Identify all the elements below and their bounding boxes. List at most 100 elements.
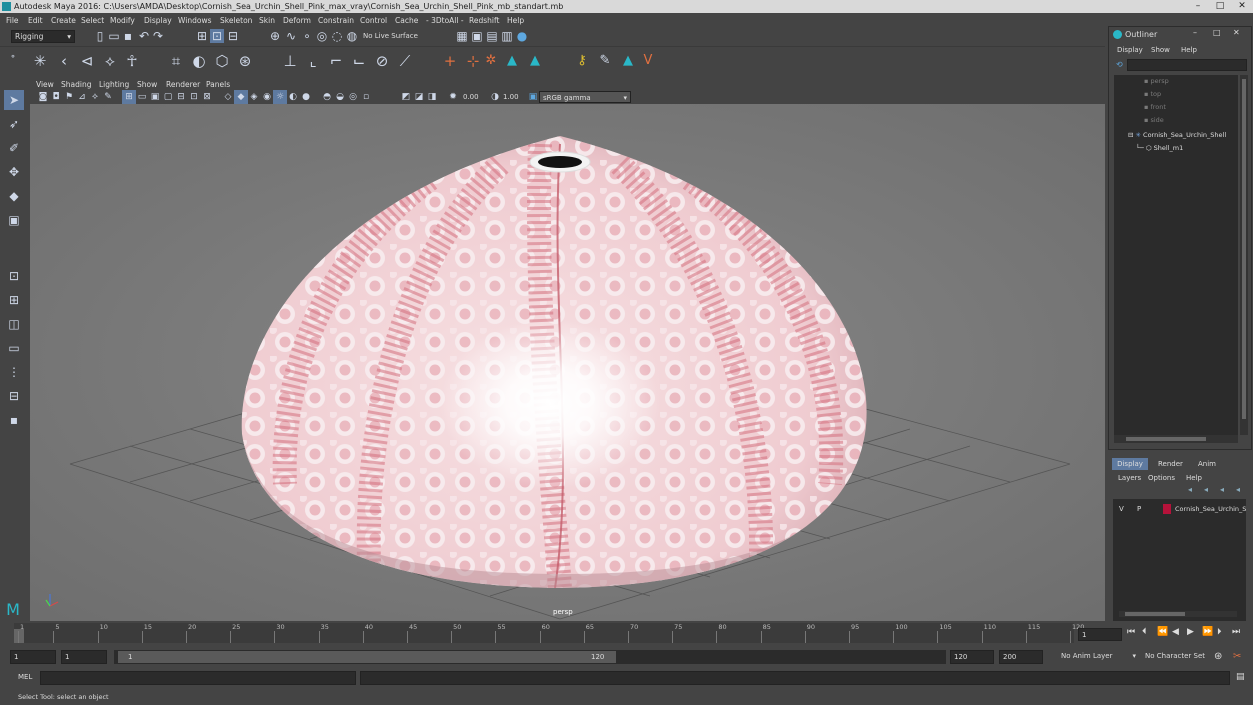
outliner-menu-display[interactable]: Display [1117, 46, 1143, 54]
layout-options-icon[interactable]: ▪ [4, 410, 24, 430]
menu-skin[interactable]: Skin [259, 14, 275, 27]
wire-on-shaded-icon[interactable]: ◈ [247, 90, 261, 104]
shelf-options-icon[interactable]: ⚬ [6, 50, 20, 64]
snap-grid-icon[interactable]: ⊕ [268, 29, 282, 43]
character-set-dropdown[interactable]: No Character Set [1142, 650, 1210, 664]
2d-pan-icon[interactable]: ⟡ [88, 90, 102, 104]
cluster-icon[interactable]: ⊛ [238, 54, 252, 69]
wireframe-icon[interactable]: ◇ [221, 90, 235, 104]
lasso-tool-icon[interactable]: ➶ [4, 114, 24, 134]
scroll-thumb[interactable] [1125, 612, 1185, 616]
play-forwards-icon[interactable]: ▶ [1187, 627, 1194, 637]
pole-vector-icon[interactable]: ⟋ [398, 54, 412, 69]
anim-end-field[interactable]: 200 [999, 650, 1043, 664]
go-to-end-icon[interactable]: ⏭ [1232, 627, 1240, 637]
color-space-dropdown[interactable]: sRGB gamma ▾ [539, 91, 631, 103]
range-slider-track[interactable]: 1 120 [114, 650, 946, 664]
outliner-layout-icon[interactable]: ▭ [4, 338, 24, 358]
go-to-start-icon[interactable]: ⏮ [1127, 627, 1135, 637]
layer-row[interactable]: V P Cornish_Sea_Urchin_S [1113, 503, 1246, 515]
minimize-button[interactable]: – [1187, 0, 1209, 13]
menu-constrain[interactable]: Constrain [318, 14, 354, 27]
image-plane-icon[interactable]: ⊿ [75, 90, 89, 104]
outliner-item-persp[interactable]: ▪ persp [1144, 75, 1169, 88]
aim-constraint-icon[interactable]: ⌐ [329, 54, 343, 69]
menu-edit[interactable]: Edit [28, 14, 43, 27]
menu-skeleton[interactable]: Skeleton [220, 14, 252, 27]
rotate-tool-icon[interactable]: ◆ [4, 186, 24, 206]
new-layer-icon[interactable]: ◂ [1220, 485, 1224, 494]
outliner-close-button[interactable]: ✕ [1233, 28, 1240, 37]
panel-menu-show[interactable]: Show [137, 79, 157, 90]
step-back-frame-icon[interactable]: ⏪ [1157, 627, 1168, 637]
play-backwards-icon[interactable]: ◀ [1172, 627, 1179, 637]
outliner-item-top[interactable]: ▪ top [1144, 88, 1161, 101]
grid-toggle-icon[interactable]: ⊞ [122, 90, 136, 104]
mirror-joint-icon[interactable]: ✲ [484, 54, 498, 68]
anim-start-field[interactable]: 1 [61, 650, 107, 664]
select-component-icon[interactable]: ⊟ [226, 29, 240, 43]
gamma-icon[interactable]: ◪ [412, 90, 426, 104]
shadows-icon[interactable]: ◐ [286, 90, 300, 104]
lights-icon[interactable]: ☼ [273, 90, 287, 104]
paint-weights-icon[interactable]: ◐ [192, 54, 206, 69]
layers-menu[interactable]: Layers [1118, 474, 1141, 482]
gamma-field[interactable]: 1.00 [500, 91, 522, 103]
move-layer-down-icon[interactable]: ◂ [1204, 485, 1208, 494]
lattice-icon[interactable]: ⬡ [215, 54, 229, 69]
undo-icon[interactable]: ↶ [137, 29, 151, 43]
outliner-hscrollbar[interactable] [1114, 435, 1238, 443]
xray-icon[interactable]: ◒ [333, 90, 347, 104]
graph-layout-icon[interactable]: ⋮ [4, 362, 24, 382]
bind-skin-icon[interactable]: ⌗ [169, 54, 183, 69]
gate-mask-icon[interactable]: ▢ [161, 90, 175, 104]
current-frame-field[interactable]: 1 [1078, 628, 1122, 641]
start-time-field[interactable]: 1 [10, 650, 56, 664]
save-scene-icon[interactable]: ▪ [121, 29, 135, 43]
locator-icon[interactable]: ⊥ [283, 54, 297, 69]
point-constraint-icon[interactable]: ⌞ [306, 54, 320, 69]
menu-file[interactable]: File [6, 14, 19, 27]
two-view-icon[interactable]: ◫ [4, 314, 24, 334]
isolate-select-icon[interactable]: ◓ [320, 90, 334, 104]
new-scene-icon[interactable]: ▯ [93, 29, 107, 43]
tab-render[interactable]: Render [1158, 460, 1183, 468]
menu-display[interactable]: Display [144, 14, 172, 27]
outliner-item-shell[interactable]: └─ ⬡ Shell_m1 [1136, 142, 1183, 155]
camera-attr-icon[interactable]: ◘ [49, 90, 63, 104]
joint-tool-icon[interactable]: ✳ [33, 54, 47, 69]
layer-visibility-toggle[interactable]: V [1119, 503, 1124, 515]
menu-cache[interactable]: Cache [395, 14, 418, 27]
maya-tool-b-icon[interactable]: ▲ [528, 54, 542, 68]
step-back-key-icon[interactable]: ⏴ [1142, 627, 1147, 637]
view-transform-icon[interactable]: ◨ [425, 90, 439, 104]
field-chart-icon[interactable]: ⊟ [174, 90, 188, 104]
collapse-icon[interactable]: ⊟ [1128, 131, 1136, 139]
layer-playback-toggle[interactable]: P [1137, 503, 1141, 515]
outliner-menu-show[interactable]: Show [1151, 46, 1170, 54]
menu-modify[interactable]: Modify [110, 14, 135, 27]
parent-constraint-icon[interactable]: ⊘ [375, 54, 389, 69]
menu-windows[interactable]: Windows [178, 14, 211, 27]
step-forward-frame-icon[interactable]: ⏩ [1202, 627, 1213, 637]
outliner-menu-help[interactable]: Help [1181, 46, 1197, 54]
make-live-icon[interactable]: ◍ [345, 29, 359, 43]
maya-tool-c-icon[interactable]: ▲ [621, 54, 635, 68]
anim-prefs-icon[interactable]: ✂ [1233, 651, 1241, 662]
refresh-icon[interactable]: ⟲ [1116, 60, 1123, 69]
hypershade-icon[interactable]: ● [515, 29, 529, 43]
menu-create[interactable]: Create [51, 14, 76, 27]
menu-redshift[interactable]: Redshift [469, 14, 499, 27]
scroll-thumb[interactable] [1126, 437, 1206, 441]
xray-joints-icon[interactable]: ◎ [346, 90, 360, 104]
bookmark-icon[interactable]: ⚑ [62, 90, 76, 104]
single-view-icon[interactable]: ⊡ [4, 266, 24, 286]
menu-set-dropdown[interactable]: Rigging ▾ [11, 30, 75, 43]
textured-icon[interactable]: ◉ [260, 90, 274, 104]
exposure-dial-icon[interactable]: ✹ [446, 90, 460, 104]
viewport-persp[interactable]: persp [30, 104, 1105, 621]
wire-deformer-icon[interactable]: V [641, 54, 655, 68]
paint-select-icon[interactable]: ✐ [4, 138, 24, 158]
time-slider-track[interactable]: 1 5 10 15 20 25 30 35 40 45 50 55 60 65 70 75 80 85 90 95 10… [14, 623, 1084, 643]
smooth-shade-icon[interactable]: ◆ [234, 90, 248, 104]
